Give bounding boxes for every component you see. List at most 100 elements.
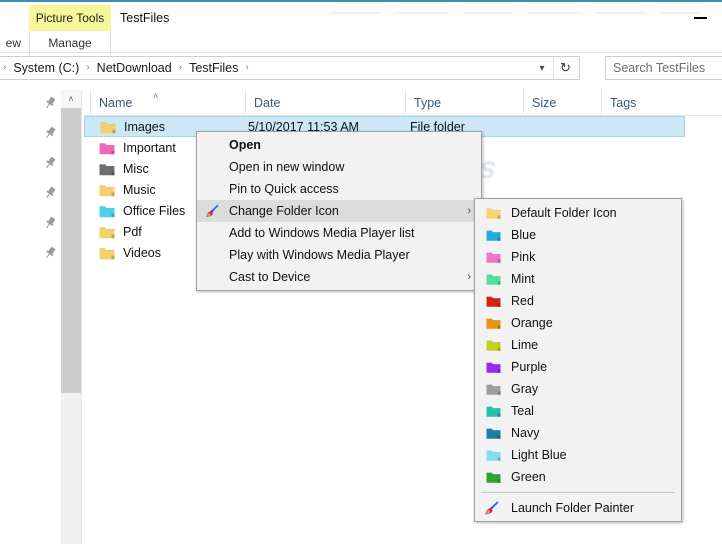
folder-color-label: Lime (511, 338, 539, 352)
context-menu-item-cast-to-device[interactable]: Cast to Device › (197, 266, 481, 288)
file-name: Misc (123, 161, 149, 176)
pin-icon[interactable] (43, 96, 57, 110)
folder-swatch-icon (486, 405, 501, 418)
folder-color-item-lime[interactable]: Lime (475, 334, 681, 356)
breadcrumb-item-testfiles[interactable]: TestFiles (188, 61, 239, 75)
column-header-label: Type (414, 96, 442, 110)
minimize-button[interactable] (688, 10, 714, 26)
folder-swatch-icon (486, 251, 501, 264)
context-menu-item-play-with-windows-media-player[interactable]: Play with Windows Media Player (197, 244, 481, 266)
folder-swatch-icon (486, 317, 501, 330)
context-menu-item-add-to-windows-media-player-list[interactable]: Add to Windows Media Player list (197, 222, 481, 244)
folder-color-label: Navy (511, 426, 540, 440)
launch-folder-painter-item[interactable]: Launch Folder Painter (475, 497, 681, 519)
change-folder-icon-submenu: Default Folder Icon Blue Pink Mint Red Orange… (474, 198, 682, 522)
tab-picture-tools[interactable]: Picture Tools (29, 5, 111, 31)
folder-color-label: Green (511, 470, 546, 484)
folder-color-item-red[interactable]: Red (475, 290, 681, 312)
paintbrush-icon (483, 500, 500, 517)
vertical-scrollbar-thumb[interactable] (61, 108, 81, 393)
folder-swatch-icon (486, 207, 501, 220)
breadcrumb-separator-1: › (86, 62, 90, 73)
sort-ascending-icon: ˄ (153, 91, 159, 101)
context-menu-item-label: Open (229, 138, 261, 152)
file-name: Videos (123, 245, 161, 260)
search-placeholder: Search TestFiles (613, 61, 706, 75)
context-menu-item-label: Change Folder Icon (229, 204, 339, 218)
context-menu-item-label: Cast to Device (229, 270, 311, 284)
breadcrumb: › System (C:) › NetDownload › TestFiles … (0, 57, 255, 79)
folder-color-label: Purple (511, 360, 548, 374)
folder-swatch-icon (486, 295, 501, 308)
folder-swatch-icon (486, 229, 501, 242)
column-header-type[interactable]: Type (405, 90, 523, 116)
folder-color-item-blue[interactable]: Blue (475, 224, 681, 246)
column-header-label: Tags (610, 96, 637, 110)
folder-swatch-icon (486, 449, 501, 462)
context-menu-item-label: Add to Windows Media Player list (229, 226, 415, 240)
folder-color-item-purple[interactable]: Purple (475, 356, 681, 378)
context-menu-item-label: Open in new window (229, 160, 345, 174)
address-bar[interactable]: › System (C:) › NetDownload › TestFiles … (0, 56, 580, 80)
folder-color-item-default-folder-icon[interactable]: Default Folder Icon (475, 202, 681, 224)
ribbon-tab-strip: Picture Tools Manage ew TestFiles (0, 2, 722, 55)
context-menu-item-pin-to-quick-access[interactable]: Pin to Quick access (197, 178, 481, 200)
launch-folder-painter-label: Launch Folder Painter (511, 501, 634, 515)
breadcrumb-separator-3: › (245, 62, 249, 73)
context-menu-item-label: Pin to Quick access (229, 182, 339, 196)
folder-icon (100, 120, 116, 134)
chevron-down-icon[interactable]: ▾ (533, 57, 551, 79)
folder-icon (99, 204, 115, 218)
column-header-tags[interactable]: Tags (601, 90, 691, 116)
file-name: Images (124, 119, 165, 134)
context-menu-item-open-in-new-window[interactable]: Open in new window (197, 156, 481, 178)
column-header-date[interactable]: Date (245, 90, 405, 116)
folder-swatch-icon (486, 273, 501, 286)
folder-color-label: Light Blue (511, 448, 567, 462)
folder-color-label: Pink (511, 250, 536, 264)
pin-icon[interactable] (43, 246, 57, 260)
pin-icon[interactable] (43, 216, 57, 230)
pin-icon[interactable] (43, 126, 57, 140)
context-menu-item-change-folder-icon[interactable]: Change Folder Icon › (197, 200, 481, 222)
breadcrumb-separator-2: › (178, 62, 183, 73)
pin-icon[interactable] (43, 156, 57, 170)
window-title: TestFiles (120, 11, 170, 25)
tab-view-label: ew (5, 36, 21, 50)
folder-color-item-orange[interactable]: Orange (475, 312, 681, 334)
submenu-separator (481, 492, 675, 493)
column-header-row: Name ˄ Date Type Size Tags (0, 90, 722, 116)
tab-manage-label: Manage (48, 36, 92, 50)
pin-icon[interactable] (43, 186, 57, 200)
chevron-right-icon: › (467, 271, 471, 283)
folder-color-item-pink[interactable]: Pink (475, 246, 681, 268)
folder-swatch-icon (486, 383, 501, 396)
refresh-icon[interactable]: ↻ (553, 57, 577, 79)
folder-color-label: Red (511, 294, 534, 308)
folder-swatch-icon (486, 471, 501, 484)
folder-color-item-green[interactable]: Green (475, 466, 681, 488)
context-menu-item-label: Play with Windows Media Player (229, 248, 410, 262)
column-header-size[interactable]: Size (523, 90, 601, 116)
folder-color-item-navy[interactable]: Navy (475, 422, 681, 444)
folder-color-item-teal[interactable]: Teal (475, 400, 681, 422)
chevron-right-icon: › (467, 205, 471, 217)
folder-color-item-light-blue[interactable]: Light Blue (475, 444, 681, 466)
folder-icon (99, 246, 115, 260)
folder-color-item-gray[interactable]: Gray (475, 378, 681, 400)
column-header-label: Date (254, 96, 281, 110)
paintbrush-icon (204, 203, 220, 219)
folder-swatch-icon (486, 339, 501, 352)
explorer-window: Picture Tools Manage ew TestFiles › Syst… (0, 0, 722, 544)
search-input[interactable]: Search TestFiles (605, 56, 722, 80)
folder-color-item-mint[interactable]: Mint (475, 268, 681, 290)
folder-icon (99, 162, 115, 176)
breadcrumb-item-netdownload[interactable]: NetDownload (96, 61, 173, 75)
ribbon-tab-dashes (330, 12, 700, 14)
context-menu-item-open[interactable]: Open (197, 134, 481, 156)
context-menu: Open Open in new window Pin to Quick acces… (196, 131, 482, 291)
column-header-name[interactable]: Name ˄ (90, 90, 245, 116)
folder-color-label: Blue (511, 228, 537, 242)
scroll-up-button[interactable]: ˄ (61, 90, 81, 108)
breadcrumb-item-system-c[interactable]: System (C:) (12, 61, 80, 75)
